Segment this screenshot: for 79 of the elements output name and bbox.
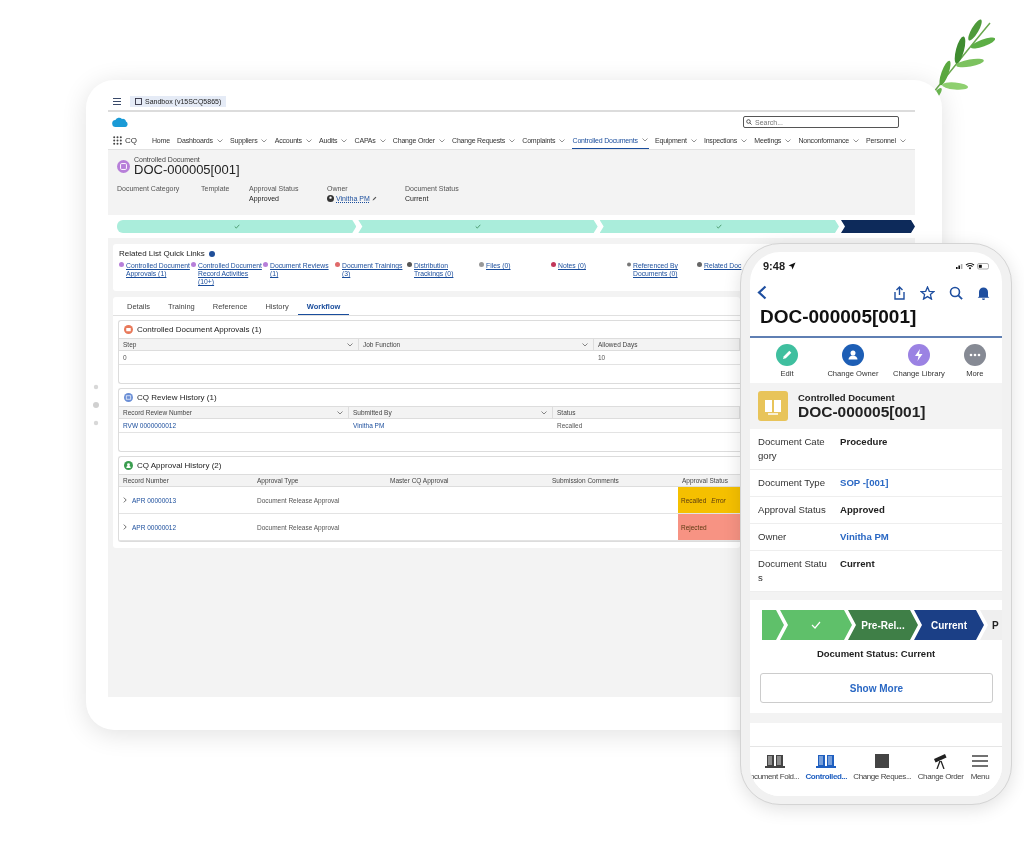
square-icon	[874, 753, 891, 769]
user-icon	[124, 461, 133, 470]
record-type: Controlled Document	[798, 391, 896, 403]
tab-bar-item[interactable]: Change Reques...	[853, 753, 912, 796]
path-step[interactable]: P	[980, 610, 1002, 640]
caret-icon[interactable]	[337, 410, 343, 415]
caret-icon[interactable]	[341, 138, 348, 143]
location-arrow-icon	[788, 262, 797, 270]
caret-icon[interactable]	[899, 138, 906, 143]
caret-icon[interactable]	[216, 138, 223, 143]
pencil-icon[interactable]	[371, 196, 377, 201]
path-step[interactable]	[841, 220, 915, 233]
document-icon	[117, 160, 130, 173]
book-icon	[758, 391, 788, 421]
card-title: CQ Approval History (2)	[137, 461, 222, 470]
back-icon[interactable]	[757, 285, 767, 300]
bell-icon[interactable]	[977, 285, 990, 300]
record-title: DOC-000005[001]	[798, 402, 926, 421]
search-icon	[746, 119, 752, 125]
caret-icon[interactable]	[438, 138, 445, 143]
page-title: DOC-000005[001]	[750, 300, 1002, 338]
expand-icon[interactable]	[123, 524, 127, 530]
menu-icon	[970, 753, 990, 769]
tab-bar-item[interactable]: Change Order	[917, 753, 964, 796]
field-value: Current	[840, 557, 875, 571]
star-icon[interactable]	[920, 285, 935, 300]
field-label: Document Category	[758, 435, 826, 463]
expand-icon[interactable]	[123, 497, 127, 503]
search-icon[interactable]	[949, 285, 963, 300]
path-step[interactable]: Current	[914, 610, 984, 640]
show-more-button[interactable]: Show More	[760, 673, 993, 703]
caret-icon[interactable]	[741, 138, 748, 143]
status-caption: Document Status: Current	[815, 648, 937, 659]
field-link[interactable]: Vinitha PM	[840, 530, 889, 544]
approval-icon	[124, 325, 133, 334]
app-name: CQ	[125, 136, 137, 145]
review-icon	[124, 393, 133, 402]
cloud-logo-icon	[112, 116, 129, 128]
record-title: DOC-000005[001]	[134, 163, 240, 177]
caret-icon[interactable]	[379, 138, 386, 143]
field-label: Owner	[758, 530, 788, 544]
tab-bar-item[interactable]: Controlled...	[805, 753, 847, 796]
app-icon	[135, 98, 142, 105]
tablet-buttons-drawing	[93, 384, 99, 428]
book-icon	[816, 753, 837, 769]
caret-icon[interactable]	[347, 342, 353, 347]
menu-icon[interactable]	[113, 98, 121, 105]
field-label: Approval Status	[758, 503, 827, 517]
tab-bar-item[interactable]: Menu	[970, 753, 1002, 796]
field-link[interactable]: SOP -[001]	[840, 476, 889, 490]
status-time: 9:48	[763, 260, 786, 272]
check-icon	[233, 224, 240, 229]
caret-icon[interactable]	[541, 410, 547, 415]
share-icon[interactable]	[893, 285, 906, 300]
field-value: Procedure	[840, 435, 888, 449]
card-title: CQ Review History (1)	[137, 393, 217, 402]
field-label: Document Type	[758, 476, 826, 490]
caret-icon[interactable]	[852, 138, 859, 143]
avatar-icon	[327, 195, 334, 202]
field-value: Approved	[840, 503, 885, 517]
caret-icon[interactable]	[785, 138, 792, 143]
check-icon	[475, 224, 481, 229]
book-icon	[764, 753, 785, 769]
caret-icon[interactable]	[261, 138, 268, 143]
info-icon	[208, 250, 215, 257]
field-label: Document Status	[758, 557, 828, 585]
caret-icon[interactable]	[559, 138, 566, 143]
check-icon	[811, 621, 821, 629]
check-icon	[716, 224, 723, 229]
section-title: Related List Quick Links	[119, 249, 205, 258]
caret-icon[interactable]	[690, 138, 697, 143]
caret-icon[interactable]	[641, 138, 648, 142]
status-icons-drawing	[956, 262, 990, 270]
caret-icon[interactable]	[582, 342, 588, 347]
caret-icon[interactable]	[305, 138, 312, 143]
caret-icon[interactable]	[509, 138, 516, 143]
app-launcher-icon[interactable]	[113, 136, 122, 145]
path-step[interactable]: Pre-Rel...	[848, 610, 918, 640]
card-title: Controlled Document Approvals (1)	[137, 325, 262, 334]
